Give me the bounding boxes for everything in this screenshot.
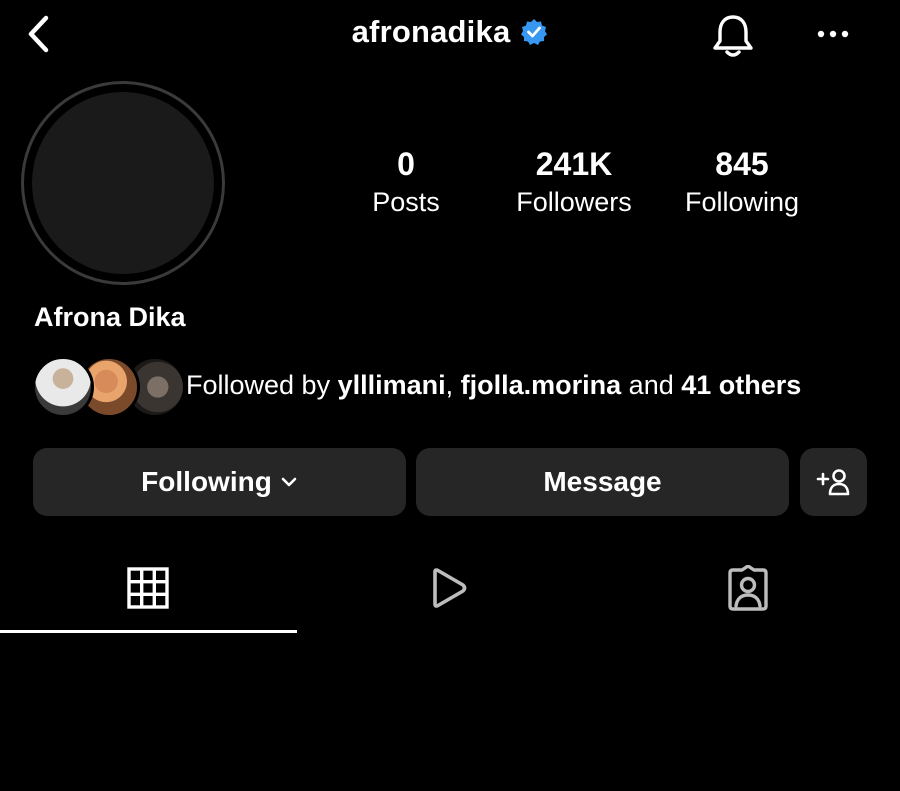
followed-by-text: Followed by ylllimani, fjolla.morina and…: [186, 370, 801, 401]
add-user-icon: [816, 469, 849, 496]
active-tab-indicator: [0, 630, 297, 633]
mutual-user-2[interactable]: fjolla.morina: [461, 370, 622, 400]
tab-reels[interactable]: [398, 548, 498, 628]
tagged-person-icon: [728, 565, 768, 611]
grid-icon: [127, 567, 169, 609]
message-button-label: Message: [543, 466, 662, 497]
chevron-left-icon: [28, 15, 49, 53]
verified-badge-icon: [520, 18, 548, 46]
notifications-button[interactable]: [708, 10, 758, 62]
avatar-image: [32, 92, 214, 274]
mutual-avatars: [32, 354, 186, 418]
following-button-label: Following: [141, 466, 272, 497]
posts-label: Posts: [372, 187, 440, 217]
following-count: 845: [715, 146, 769, 182]
posts-count: 0: [397, 146, 415, 182]
following-label: Following: [684, 187, 800, 217]
display-name: Afrona Dika: [34, 302, 186, 332]
stat-posts[interactable]: 0 Posts: [346, 146, 466, 220]
tab-posts-grid[interactable]: [98, 548, 198, 628]
play-icon: [433, 568, 467, 608]
profile-username[interactable]: afronadika: [352, 14, 511, 50]
stat-followers[interactable]: 241K Followers: [494, 146, 654, 220]
followed-by-row[interactable]: Followed by ylllimani, fjolla.morina and…: [32, 354, 801, 418]
bell-icon: [713, 15, 753, 57]
add-user-button[interactable]: [800, 448, 867, 516]
followed-by-middle: and: [621, 369, 682, 400]
mutual-user-1[interactable]: ylllimani: [338, 370, 446, 400]
followers-count: 241K: [535, 146, 613, 182]
tab-tagged[interactable]: [698, 548, 798, 628]
more-horizontal-icon: [817, 30, 849, 38]
followers-label: Followers: [516, 187, 632, 217]
profile-avatar[interactable]: [21, 81, 225, 285]
following-button[interactable]: Following: [33, 448, 406, 516]
chevron-down-icon: [280, 476, 298, 488]
stat-following[interactable]: 845 Following: [662, 146, 822, 220]
back-button[interactable]: [18, 12, 58, 56]
followed-by-prefix: Followed by: [186, 369, 338, 400]
mutual-others[interactable]: 41 others: [681, 370, 801, 400]
mutual-avatar: [32, 356, 94, 418]
more-options-button[interactable]: [808, 14, 858, 54]
followed-by-separator: ,: [445, 369, 461, 400]
top-bar: afronadika: [0, 0, 900, 72]
message-button[interactable]: Message: [416, 448, 789, 516]
